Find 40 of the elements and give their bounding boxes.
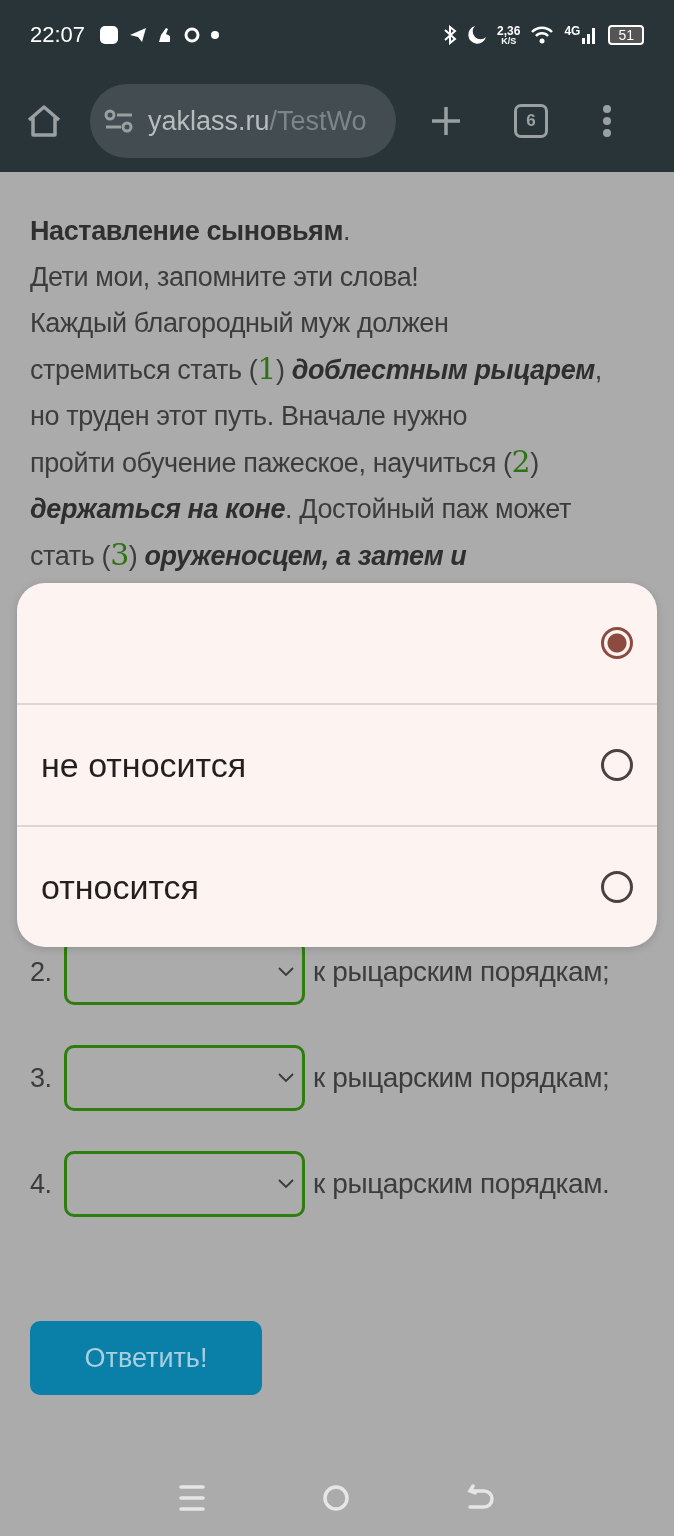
plus-icon[interactable]: [430, 105, 462, 137]
address-bar[interactable]: yaklass.ru/TestWo: [90, 84, 396, 158]
article-text-line: пройти обучение пажеское, научиться (2): [30, 443, 540, 481]
chevron-down-icon: [278, 1179, 294, 1189]
radio-button[interactable]: [601, 871, 633, 903]
wifi-icon: [530, 25, 555, 45]
bluetooth-icon: [443, 25, 458, 45]
speed-unit: K/S: [501, 36, 517, 46]
menu-option[interactable]: относится: [17, 825, 657, 947]
answer-text: к рыцарским порядкам;: [313, 1061, 610, 1095]
tab-count-button[interactable]: 6: [514, 104, 548, 138]
radio-button[interactable]: [601, 627, 633, 659]
chevron-down-icon: [278, 1073, 294, 1083]
chevron-down-icon: [278, 967, 294, 977]
menu-option[interactable]: не относится: [17, 703, 657, 825]
battery-indicator: 51: [608, 25, 644, 45]
app-notification-icon: [99, 25, 120, 45]
network-type: 4G: [564, 24, 581, 38]
article-text-line: держаться на коне. Достойный паж может: [30, 493, 572, 526]
article-text-line: стать (3) оруженосцем, а затем и: [30, 536, 468, 574]
answer-text: к рыцарским порядкам;: [313, 955, 610, 989]
answer-text: к рыцарским порядкам.: [313, 1167, 610, 1201]
moon-icon: [467, 25, 488, 45]
item-number: 4.: [30, 1168, 53, 1201]
article-greeting: Дети мои, запомните эти слова!: [30, 261, 420, 294]
article-text-line: Каждый благородный муж должен: [30, 307, 450, 340]
paper-plane-icon: [129, 27, 148, 43]
site-settings-icon[interactable]: [104, 108, 134, 134]
home-icon[interactable]: [26, 104, 62, 138]
status-time: 22:07: [30, 22, 86, 48]
more-menu-icon[interactable]: [602, 105, 612, 137]
dot-icon: [211, 31, 220, 39]
item-number: 3.: [30, 1062, 53, 1095]
item-number: 2.: [30, 956, 53, 989]
article-title: Наставление сыновьям.: [30, 215, 352, 248]
network-speed: 2,36: [497, 24, 521, 37]
radio-button[interactable]: [601, 749, 633, 781]
article-text-line: но труден этот путь. Вначале нужно: [30, 400, 469, 433]
article-text-line: стремиться стать (1) доблестным рыцарем,: [30, 350, 603, 388]
submit-button[interactable]: Ответить!: [30, 1321, 262, 1395]
